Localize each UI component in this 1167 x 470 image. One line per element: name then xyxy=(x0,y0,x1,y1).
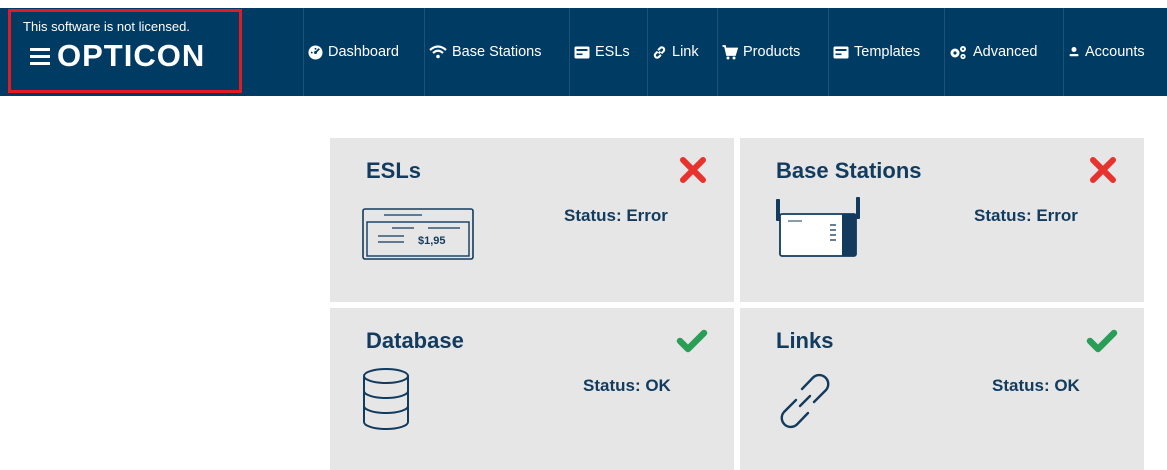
card-status: Status: Error xyxy=(974,206,1078,225)
nav-label: Products xyxy=(743,44,801,60)
esl-price-text: $1,95 xyxy=(418,235,446,247)
nav-item-base-stations[interactable]: Base Stations xyxy=(424,8,569,96)
database-status-card[interactable]: Database Status: OK xyxy=(330,308,734,470)
error-x-icon xyxy=(680,157,706,183)
error-x-icon xyxy=(1090,157,1116,183)
card-title: ESLs xyxy=(366,158,422,183)
user-icon xyxy=(1069,47,1079,57)
nav-item-dashboard[interactable]: Dashboard xyxy=(303,8,424,96)
nav-label: Base Stations xyxy=(452,44,542,60)
esl-label-icon: $1,95 xyxy=(362,208,474,260)
base-station-icon xyxy=(776,197,860,257)
cart-icon xyxy=(722,44,738,59)
card-status: Status: Error xyxy=(564,206,668,225)
esls-status-card[interactable]: ESLs $1,95 Status: Error xyxy=(330,138,734,302)
brand-area: This software is not licensed. OPTICON xyxy=(8,9,242,93)
nav-item-templates[interactable]: Templates xyxy=(828,8,944,96)
nav-item-accounts[interactable]: Accounts xyxy=(1063,8,1167,96)
card-title: Base Stations xyxy=(776,158,922,183)
card-status: Status: OK xyxy=(583,376,671,395)
main-nav: Dashboard Base Stations ESLs Link Produc… xyxy=(303,8,1167,96)
nav-label: Link xyxy=(672,44,699,60)
wifi-icon xyxy=(429,45,447,59)
links-status-card[interactable]: Links Status: OK xyxy=(740,308,1144,470)
card-icon xyxy=(574,46,590,58)
nav-label: ESLs xyxy=(595,44,630,60)
nav-item-esls[interactable]: ESLs xyxy=(569,8,647,96)
link-chain-icon xyxy=(780,373,830,429)
nav-label: Templates xyxy=(854,44,921,60)
checkmark-icon xyxy=(1086,329,1118,353)
database-icon xyxy=(363,368,409,430)
dashboard-icon xyxy=(308,44,323,60)
nav-item-advanced[interactable]: Advanced xyxy=(944,8,1063,96)
checkmark-icon xyxy=(676,329,708,353)
hamburger-menu-icon[interactable] xyxy=(30,48,50,66)
nav-item-link[interactable]: Link xyxy=(647,8,717,96)
link-icon xyxy=(653,45,666,59)
gears-icon xyxy=(950,45,966,59)
template-icon xyxy=(833,46,849,58)
top-navbar: This software is not licensed. OPTICON D… xyxy=(0,8,1167,96)
nav-label: Accounts xyxy=(1085,44,1145,60)
base-stations-status-card[interactable]: Base Stations Status: Error xyxy=(740,138,1144,302)
nav-label: Dashboard xyxy=(328,44,399,60)
license-notice: This software is not licensed. xyxy=(23,19,190,34)
card-status: Status: OK xyxy=(992,376,1080,395)
card-title: Database xyxy=(366,328,464,353)
nav-label: Advanced xyxy=(973,44,1038,60)
brand-logo[interactable]: OPTICON xyxy=(57,39,205,73)
card-title: Links xyxy=(776,328,834,353)
nav-item-products[interactable]: Products xyxy=(717,8,828,96)
